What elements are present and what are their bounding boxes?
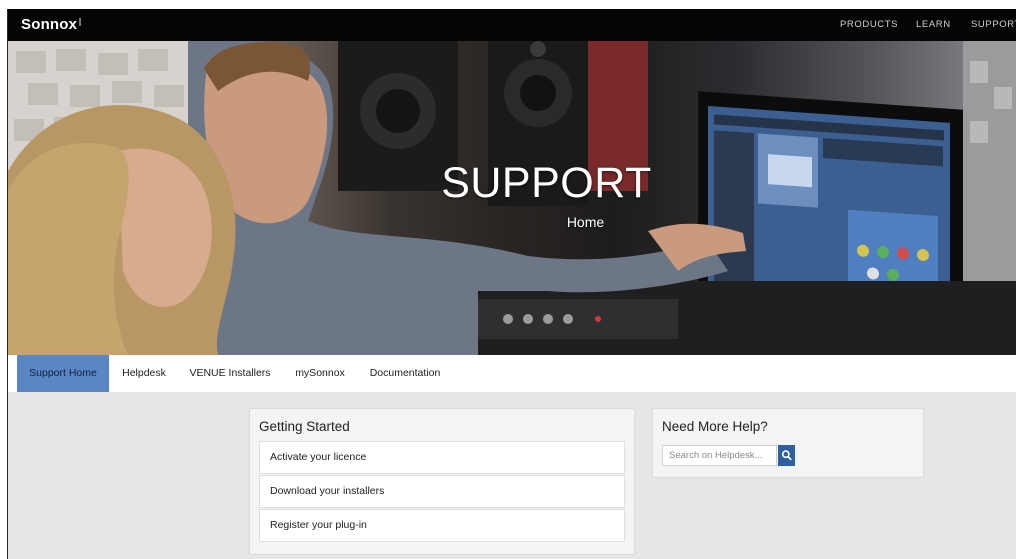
page-frame: Sonnox PRODUCTS LEARN SUPPORT SUPPORT Ho… — [7, 9, 1016, 559]
logo-text: Sonnox — [21, 16, 78, 33]
tab-helpdesk[interactable]: Helpdesk — [114, 355, 174, 392]
helpdesk-search-button[interactable] — [778, 445, 795, 466]
sonnox-logo[interactable]: Sonnox — [21, 16, 82, 33]
helpdesk-search-input[interactable] — [662, 445, 777, 466]
list-item-register-plugin[interactable]: Register your plug-in — [259, 509, 625, 542]
hero-subtitle: Home — [566, 214, 605, 230]
hero-title: SUPPORT — [441, 159, 652, 207]
nav-support[interactable]: SUPPORT — [971, 19, 1016, 30]
hero-banner: SUPPORT Home — [8, 41, 1016, 355]
top-navbar: Sonnox PRODUCTS LEARN SUPPORT — [8, 9, 1016, 41]
list-item-download-installers[interactable]: Download your installers — [259, 475, 625, 508]
logo-mark — [79, 18, 82, 26]
nav-products[interactable]: PRODUCTS — [840, 19, 898, 30]
getting-started-title: Getting Started — [259, 419, 350, 434]
support-tabs: Support Home Helpdesk VENUE Installers m… — [8, 355, 1016, 392]
tab-venue-installers[interactable]: VENUE Installers — [184, 355, 276, 392]
tab-mysonnox[interactable]: mySonnox — [288, 355, 352, 392]
search-icon — [781, 450, 792, 461]
help-title: Need More Help? — [662, 419, 768, 434]
tab-support-home[interactable]: Support Home — [17, 355, 109, 392]
nav-learn[interactable]: LEARN — [916, 19, 951, 30]
list-item-activate-licence[interactable]: Activate your licence — [259, 441, 625, 474]
getting-started-panel: Getting Started Activate your licence Do… — [249, 408, 635, 555]
tab-documentation[interactable]: Documentation — [364, 355, 446, 392]
help-panel: Need More Help? — [652, 408, 924, 478]
